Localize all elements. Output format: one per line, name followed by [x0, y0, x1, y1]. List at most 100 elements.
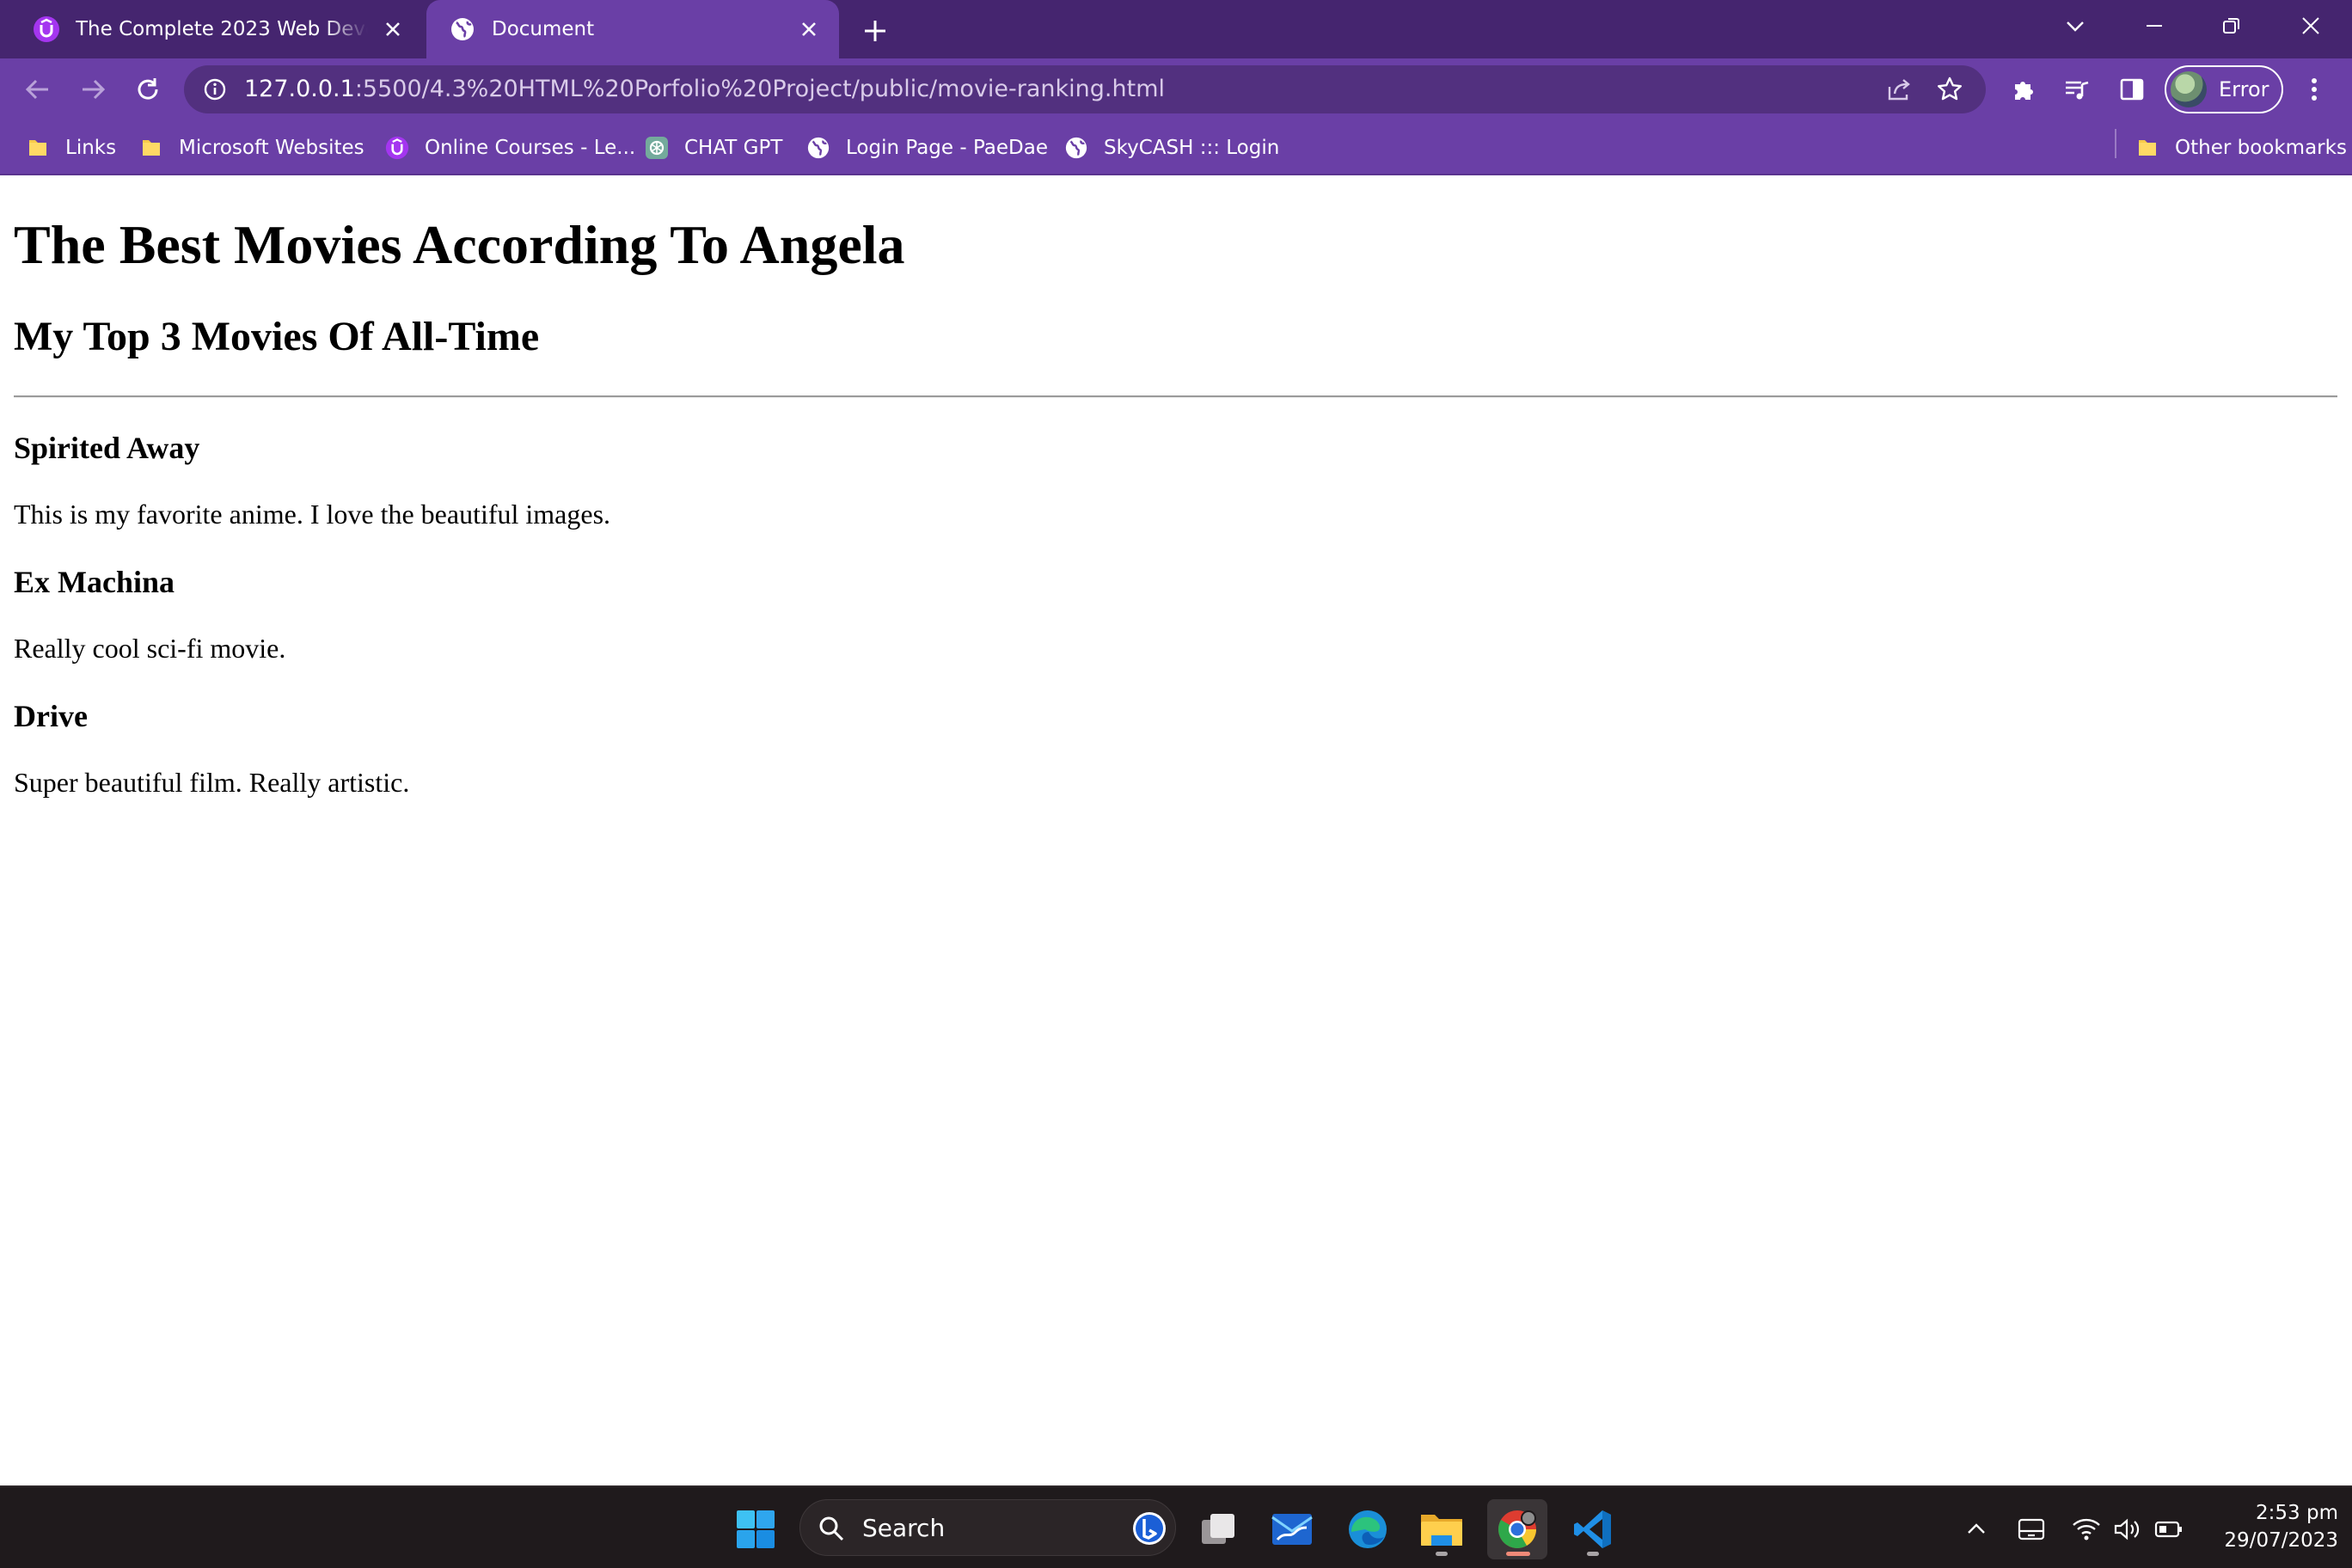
windows-start-icon [737, 1510, 775, 1548]
globe-icon [449, 15, 476, 43]
tab-document[interactable]: Document [426, 0, 839, 58]
address-bar[interactable]: 127.0.0.1:5500/4.3%20HTML%20Porfolio%20P… [184, 65, 1986, 113]
side-panel-button[interactable] [2115, 72, 2149, 107]
close-tab-icon[interactable] [380, 16, 406, 42]
bing-icon[interactable] [1130, 1510, 1168, 1547]
playlist-music-icon [2066, 81, 2089, 100]
chrome-icon [1498, 1510, 1536, 1548]
mail-app-button[interactable] [1262, 1499, 1322, 1559]
plus-icon [865, 21, 885, 41]
media-controls-button[interactable] [2060, 72, 2094, 107]
reload-button[interactable] [131, 72, 165, 107]
chevron-up-icon [1968, 1523, 1985, 1534]
vscode-app-button[interactable] [1563, 1499, 1623, 1559]
search-label: Search [862, 1514, 946, 1542]
task-view-button[interactable] [1188, 1499, 1248, 1559]
avatar [2171, 71, 2207, 107]
movie-title: Ex Machina [14, 565, 175, 599]
chrome-app-button[interactable] [1487, 1499, 1547, 1559]
restore-icon [2223, 18, 2239, 34]
movie-description: This is my favorite anime. I love the be… [14, 499, 611, 530]
puzzle-icon [2015, 82, 2033, 100]
url-path: :5500/4.3%20HTML%20Porfolio%20Project/pu… [354, 76, 1166, 102]
bookmark-login-page-paedae[interactable]: Login Page - PaeDae [806, 132, 1048, 163]
other-bookmarks[interactable]: Other bookmarks [2135, 132, 2347, 163]
tab-web-development-bootcamp[interactable]: The Complete 2023 Web Development Bootca… [10, 0, 423, 58]
url-text[interactable]: 127.0.0.1:5500/4.3%20HTML%20Porfolio%20P… [244, 65, 1165, 113]
folder-icon [139, 136, 163, 160]
page-subtitle: My Top 3 Movies Of All-Time [14, 314, 540, 359]
movie-title: Spirited Away [14, 431, 200, 465]
bookmark-label: Microsoft Websites [179, 137, 364, 159]
bookmark-chat-gpt[interactable]: CHAT GPT [645, 132, 782, 163]
profile-status-label: Error [2219, 77, 2269, 101]
movie-title: Drive [14, 699, 88, 733]
page-viewport: The Best Movies According To Angela My T… [0, 177, 2352, 1484]
close-tab-icon[interactable] [796, 16, 822, 42]
bookmark-label: SkyCASH ::: Login [1104, 137, 1280, 159]
udemy-icon [33, 15, 60, 43]
start-button[interactable] [726, 1499, 786, 1559]
clock-date: 29/07/2023 [2224, 1529, 2338, 1552]
system-clock[interactable]: 2:53 pm 29/07/2023 [2201, 1499, 2338, 1554]
bookmark-label: Online Courses - Le... [425, 137, 636, 159]
bookmark-microsoft-websites[interactable]: Microsoft Websites [139, 132, 364, 163]
url-host: 127.0.0.1 [244, 76, 355, 102]
horizontal-rule [14, 395, 2337, 398]
kebab-menu-icon [2312, 78, 2317, 101]
running-indicator [1506, 1552, 1530, 1556]
browser-menu-button[interactable] [2297, 72, 2331, 107]
bookmark-online-courses[interactable]: Online Courses - Le... [385, 132, 635, 163]
arrow-right-icon [83, 79, 106, 100]
folder-icon [26, 136, 50, 160]
file-explorer-button[interactable] [1412, 1499, 1472, 1559]
bookmark-label: Other bookmarks [2175, 137, 2347, 159]
edge-icon [1349, 1510, 1387, 1548]
udemy-icon [385, 136, 409, 160]
bookmark-star-icon[interactable] [1934, 74, 1965, 105]
globe-icon [1064, 136, 1088, 160]
touch-keyboard-button[interactable] [2015, 1513, 2048, 1546]
running-indicator [1436, 1552, 1448, 1556]
globe-icon [806, 136, 830, 160]
edge-app-button[interactable] [1338, 1499, 1398, 1559]
battery-icon[interactable] [2153, 1513, 2185, 1546]
wifi-icon[interactable] [2070, 1513, 2103, 1546]
tab-search-button[interactable] [2055, 9, 2096, 43]
running-indicator [1587, 1552, 1599, 1556]
profile-button[interactable]: Error [2165, 65, 2283, 113]
bookmark-links[interactable]: Links [26, 132, 116, 163]
show-hidden-icons-button[interactable] [1960, 1513, 1993, 1546]
tab-strip: The Complete 2023 Web Development Bootca… [0, 0, 2352, 58]
chevron-down-icon [2067, 21, 2084, 32]
info-icon[interactable] [201, 76, 229, 103]
bookmarks-divider [2115, 129, 2116, 158]
page-title: The Best Movies According To Angela [14, 214, 905, 275]
restore-button[interactable] [2211, 9, 2252, 43]
chatgpt-icon [645, 136, 669, 160]
browser-toolbar: 127.0.0.1:5500/4.3%20HTML%20Porfolio%20P… [0, 58, 2352, 120]
minimize-button[interactable] [2134, 9, 2175, 43]
back-button[interactable] [21, 72, 55, 107]
extensions-button[interactable] [2006, 72, 2041, 107]
reload-icon [138, 78, 158, 100]
minimize-icon [2147, 25, 2162, 27]
share-icon[interactable] [1884, 74, 1915, 105]
movie-description: Really cool sci-fi movie. [14, 633, 286, 664]
close-window-button[interactable] [2290, 9, 2331, 43]
bookmark-label: Login Page - PaeDae [846, 137, 1048, 159]
taskbar-search[interactable]: Search [799, 1499, 1176, 1556]
close-icon [2302, 17, 2319, 34]
forward-button[interactable] [76, 72, 110, 107]
arrow-left-icon [25, 79, 48, 100]
tab-title: The Complete 2023 Web Development Bootca… [76, 18, 368, 40]
bookmark-skycash-login[interactable]: SkyCASH ::: Login [1064, 132, 1279, 163]
tab-title: Document [492, 18, 595, 40]
side-panel-icon [2120, 78, 2144, 101]
mail-icon [1271, 1514, 1313, 1545]
new-tab-button[interactable] [858, 14, 892, 48]
clock-time: 2:53 pm [2256, 1502, 2338, 1524]
volume-icon[interactable] [2111, 1513, 2144, 1546]
task-view-icon [1202, 1514, 1234, 1544]
folder-icon [2135, 136, 2159, 160]
